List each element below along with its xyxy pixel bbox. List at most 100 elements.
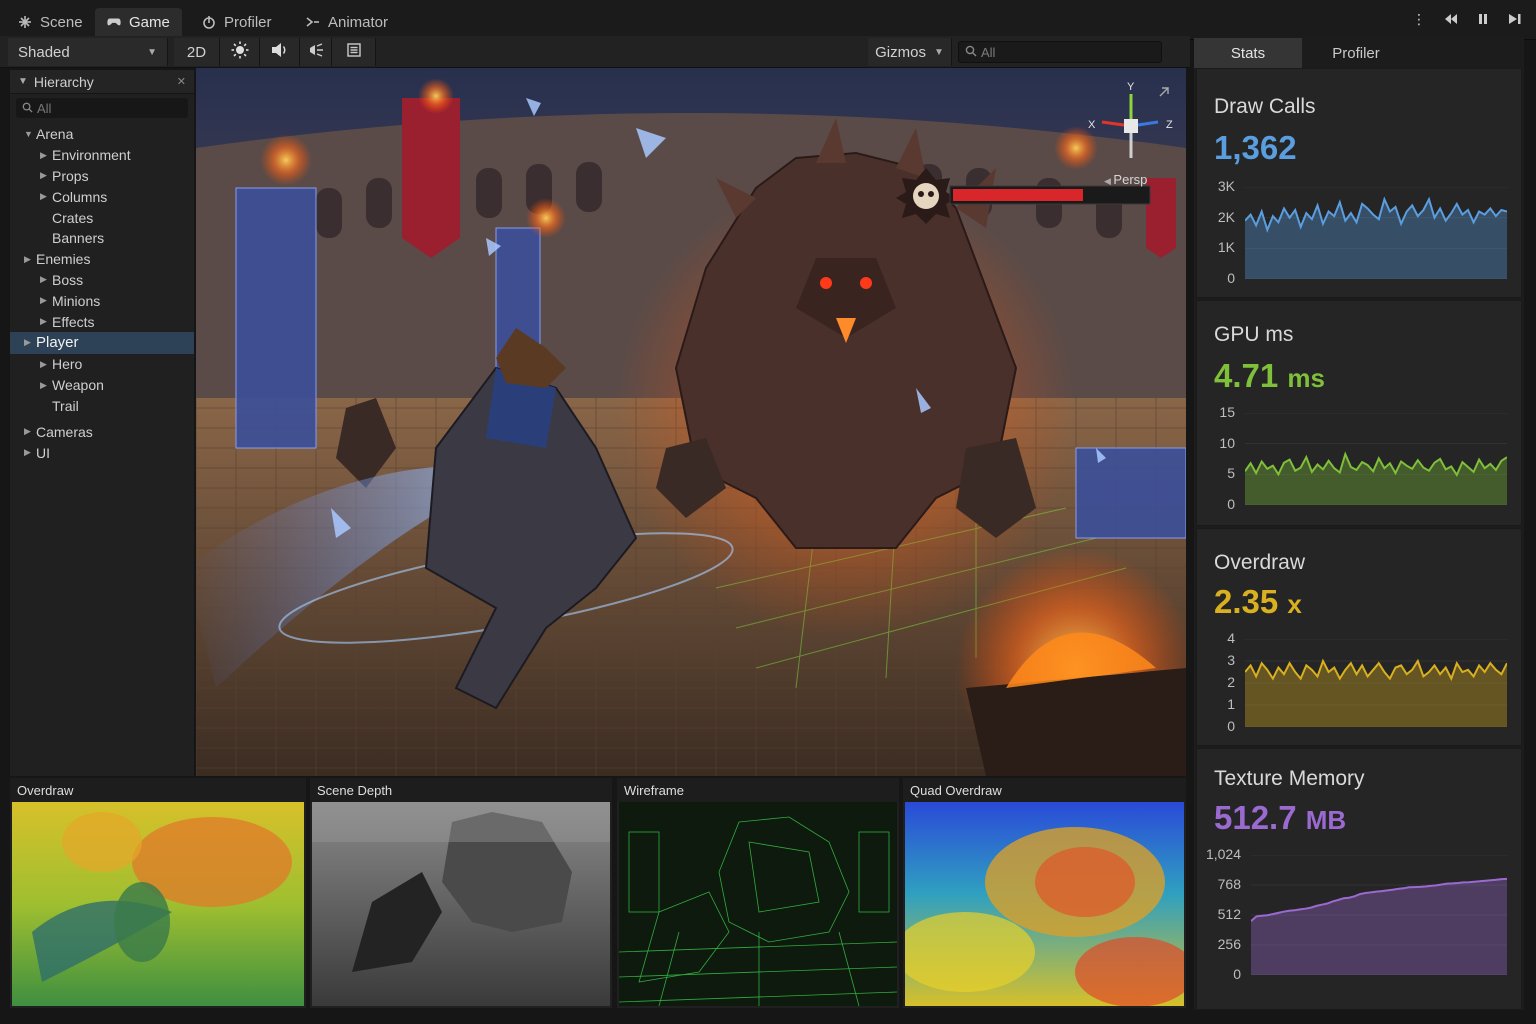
lighting-toggle[interactable]: [220, 38, 260, 66]
hierarchy-item[interactable]: ▶ Hero: [10, 354, 194, 375]
axis-tick-label: 15: [1219, 404, 1235, 420]
chevron-down-icon[interactable]: ▼: [24, 129, 36, 139]
gizmo-axis-z: Z: [1166, 119, 1173, 131]
hierarchy-item[interactable]: ▶ Boss: [10, 270, 194, 291]
debug-view-label: Quad Overdraw: [903, 778, 1186, 802]
tab-label: Game: [129, 13, 170, 31]
hierarchy-search-input[interactable]: All: [16, 98, 188, 118]
hierarchy-item-label: Boss: [52, 271, 84, 288]
list-icon: [346, 42, 362, 62]
hierarchy-item[interactable]: ▶ Player: [10, 331, 194, 354]
axis-tick-label: 256: [1217, 936, 1241, 952]
hierarchy-item[interactable]: Crates: [10, 207, 194, 228]
search-placeholder: All: [37, 100, 52, 116]
health-fill: [953, 189, 1083, 201]
stat-sparkline: [1245, 187, 1507, 279]
hierarchy-item[interactable]: ▼ Arena: [10, 124, 194, 145]
chevron-down-icon: ▼: [147, 46, 157, 58]
audio-toggle[interactable]: [260, 38, 300, 66]
hierarchy-item[interactable]: ▶ Enemies: [10, 249, 194, 270]
hierarchy-item[interactable]: ▶ Columns: [10, 186, 194, 207]
tab-game[interactable]: Game: [95, 8, 182, 36]
hierarchy-item-label: Arena: [36, 126, 74, 143]
axis-tick-label: 2K: [1217, 208, 1235, 225]
chevron-right-icon[interactable]: ▶: [40, 150, 52, 161]
more-options-icon[interactable]: ⋮: [1410, 10, 1428, 28]
hierarchy-item-label: Props: [52, 167, 89, 184]
hierarchy-item[interactable]: ▶ Cameras: [10, 421, 194, 442]
projection-label[interactable]: ◀ Persp: [1104, 172, 1147, 187]
chevron-right-icon[interactable]: ▶: [40, 359, 52, 370]
hierarchy-panel: ▼ Hierarchy ✕ All ▼ Arena ▶ Environment ▶ Pro…: [10, 70, 194, 776]
hierarchy-item-label: Weapon: [52, 377, 104, 394]
stats-overlay-toggle[interactable]: [332, 38, 376, 66]
gizmos-dropdown[interactable]: Gizmos ▼: [868, 38, 952, 66]
hierarchy-item-label: Effects: [52, 313, 95, 330]
editor-tab-bar: Scene Game Profiler Animator ⋮: [0, 0, 1536, 40]
hierarchy-item-label: Minions: [52, 292, 101, 309]
shading-mode-dropdown[interactable]: Shaded ▼: [8, 38, 168, 66]
chevron-right-icon[interactable]: ▶: [24, 447, 36, 458]
debug-view-scene-depth[interactable]: Scene Depth: [310, 778, 612, 1008]
hierarchy-item[interactable]: ▶ Weapon: [10, 375, 194, 396]
axis-tick-label: 0: [1227, 496, 1235, 512]
hierarchy-item-label: Enemies: [36, 251, 91, 268]
orientation-gizmo[interactable]: Y X Z: [1084, 76, 1184, 176]
hierarchy-item[interactable]: ▶ Effects: [10, 311, 194, 332]
gizmo-search-input[interactable]: All: [958, 41, 1162, 63]
stat-title: Overdraw: [1214, 551, 1306, 574]
hierarchy-item[interactable]: Banners: [10, 228, 194, 249]
step-back-icon[interactable]: [1442, 10, 1460, 28]
gizmo-axis-y: Y: [1127, 81, 1135, 93]
stats-tab-bar: Stats Profiler: [1194, 38, 1524, 68]
chevron-right-icon[interactable]: ▶: [40, 191, 52, 202]
chevron-down-icon[interactable]: ▼: [18, 76, 28, 87]
hierarchy-item-label: Player: [36, 334, 79, 352]
hierarchy-item[interactable]: ▶ Props: [10, 166, 194, 187]
toggle-2d-button[interactable]: 2D: [174, 38, 220, 66]
debug-view-quad-overdraw[interactable]: Quad Overdraw: [903, 778, 1186, 1008]
chevron-right-icon[interactable]: ▶: [24, 337, 36, 348]
stat-value-group: 1,362: [1214, 129, 1297, 167]
debug-view-overdraw[interactable]: Overdraw: [10, 778, 306, 1008]
tab-scene[interactable]: Scene: [6, 8, 95, 36]
tab-label: Scene: [40, 13, 83, 31]
chevron-right-icon[interactable]: ▶: [40, 170, 52, 181]
search-placeholder: All: [981, 44, 996, 60]
chevron-right-icon[interactable]: ▶: [40, 295, 52, 306]
hierarchy-item[interactable]: ▶ Minions: [10, 290, 194, 311]
axis-tick-label: 3K: [1217, 178, 1235, 194]
hierarchy-item[interactable]: ▶ Environment: [10, 145, 194, 166]
axis-tick-label: 512: [1217, 906, 1241, 922]
chevron-right-icon[interactable]: ▶: [40, 274, 52, 285]
pause-icon[interactable]: [1474, 10, 1492, 28]
chevron-right-icon[interactable]: ▶: [24, 426, 36, 437]
tab-profiler-panel[interactable]: Profiler: [1302, 38, 1410, 68]
effects-toggle[interactable]: [300, 38, 332, 66]
pin-icon[interactable]: ✕: [177, 75, 186, 88]
hierarchy-item[interactable]: Trail: [10, 396, 194, 417]
chevron-right-icon[interactable]: ▶: [24, 254, 36, 265]
game-view[interactable]: Y X Z ◀ Persp: [196, 68, 1186, 776]
axis-tick-label: 3: [1227, 652, 1235, 668]
chevron-right-icon[interactable]: ▶: [40, 380, 52, 391]
hierarchy-item[interactable]: ▶ UI: [10, 442, 194, 463]
gizmo-axis-x: X: [1088, 119, 1096, 131]
tab-profiler[interactable]: Profiler: [190, 8, 284, 36]
stat-sparkline: [1251, 855, 1507, 975]
tab-stats[interactable]: Stats: [1194, 38, 1302, 68]
tab-animator[interactable]: Animator: [294, 8, 400, 36]
stats-panel: Stats Profiler Draw Calls 1,362 3K 2K 1K 0 GPU…: [1194, 38, 1524, 1010]
axis-tick-label: 0: [1233, 966, 1241, 982]
maximize-icon[interactable]: [1159, 87, 1169, 97]
scene-depth-render: [312, 802, 610, 1006]
hierarchy-item-label: Banners: [52, 230, 105, 247]
chevron-down-icon: ▼: [933, 46, 944, 58]
projection-text: Persp: [1113, 172, 1148, 187]
axis-tick-label: 1K: [1217, 239, 1235, 256]
stat-card: GPU ms 4.71 ms 15 10 5 0: [1196, 300, 1522, 526]
chevron-right-icon[interactable]: ▶: [40, 316, 52, 327]
playback-controls: ⋮: [1410, 10, 1524, 28]
debug-view-wireframe[interactable]: Wireframe: [617, 778, 899, 1008]
step-forward-icon[interactable]: [1506, 10, 1524, 28]
